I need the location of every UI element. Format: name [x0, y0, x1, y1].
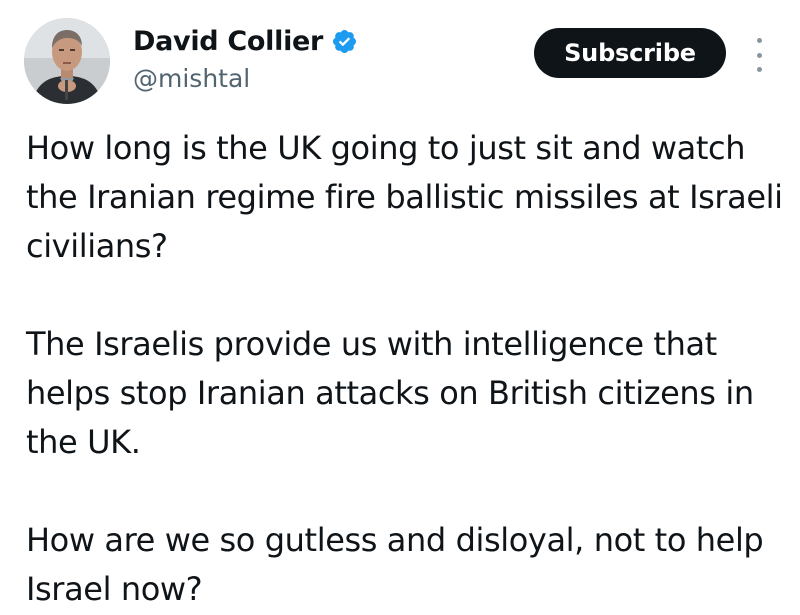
tweet-paragraph: How long is the UK going to just sit and… — [26, 129, 783, 265]
tweet-paragraph: The Israelis provide us with intelligenc… — [26, 325, 754, 461]
avatar[interactable] — [24, 18, 110, 104]
more-dot — [756, 38, 762, 43]
tweet-paragraph: How are we so gutless and disloyal, not … — [26, 521, 764, 608]
more-dot — [756, 52, 762, 58]
more-dot — [756, 67, 762, 72]
name-row: David Collier — [133, 24, 358, 58]
tweet-card: David Collier @mishtal Subscribe How lon… — [0, 0, 800, 615]
verified-badge-icon[interactable] — [331, 28, 358, 55]
author-info: David Collier @mishtal — [133, 24, 358, 93]
tweet-text: How long is the UK going to just sit and… — [26, 124, 786, 614]
more-vertical-icon[interactable] — [754, 38, 764, 72]
user-handle[interactable]: @mishtal — [133, 64, 358, 93]
display-name[interactable]: David Collier — [133, 26, 323, 57]
subscribe-button[interactable]: Subscribe — [534, 28, 726, 78]
avatar-photo — [24, 18, 110, 104]
